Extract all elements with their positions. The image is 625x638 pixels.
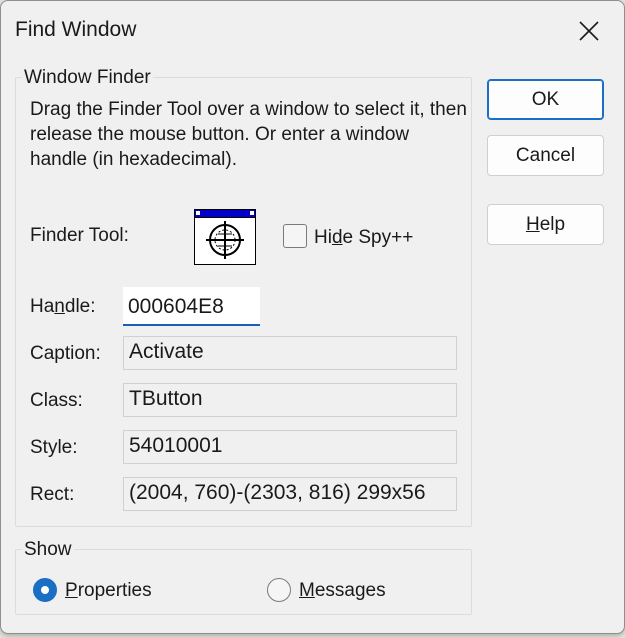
- style-label: Style:: [30, 437, 78, 458]
- finder-tool-label: Finder Tool:: [30, 225, 129, 246]
- hide-spy-label[interactable]: Hide Spy++: [314, 227, 413, 249]
- help-accesskey: H: [525, 213, 540, 235]
- properties-label-rest: roperties: [77, 580, 152, 601]
- handle-label-part: Ha: [30, 296, 55, 317]
- crosshair-finder-icon: [194, 209, 256, 265]
- find-window-dialog: Find Window Window Finder Drag the Finde…: [0, 0, 625, 634]
- class-field: TButton: [123, 383, 457, 417]
- dialog-title: Find Window: [15, 18, 137, 41]
- rect-field: (2004, 760)-(2303, 816) 299x56: [123, 477, 457, 511]
- messages-label-rest: essages: [314, 580, 386, 601]
- messages-label[interactable]: Messages: [299, 580, 386, 602]
- properties-accesskey: P: [65, 580, 78, 601]
- rect-label: Rect:: [30, 484, 75, 505]
- style-field: 54010001: [123, 430, 457, 464]
- handle-accesskey: n: [54, 296, 65, 317]
- ok-button[interactable]: OK: [487, 79, 604, 120]
- finder-tool[interactable]: [194, 209, 256, 265]
- window-finder-group-label: Window Finder: [22, 67, 153, 89]
- close-button[interactable]: [554, 1, 624, 61]
- caption-field: Activate: [123, 336, 457, 370]
- handle-input[interactable]: [123, 287, 260, 326]
- messages-accesskey: M: [299, 580, 315, 601]
- caption-label: Caption:: [30, 343, 101, 364]
- handle-label: Handle:: [30, 296, 96, 318]
- finder-description: Drag the Finder Tool over a window to se…: [30, 99, 467, 170]
- hide-spy-checkbox[interactable]: [283, 224, 307, 248]
- hide-spy-accesskey: d: [331, 227, 343, 248]
- title-bar: Find Window: [1, 1, 624, 61]
- messages-radio[interactable]: [267, 578, 291, 602]
- properties-radio[interactable]: [33, 578, 57, 602]
- class-label: Class:: [30, 390, 83, 411]
- show-group-label: Show: [22, 539, 74, 561]
- handle-label-rest: dle:: [64, 296, 96, 317]
- hide-spy-label-rest: e Spy++: [342, 227, 414, 248]
- close-icon: [579, 21, 599, 41]
- help-label-rest: elp: [539, 213, 566, 235]
- help-button[interactable]: Help: [487, 204, 604, 245]
- hide-spy-label-part: Hi: [314, 227, 332, 248]
- cancel-button[interactable]: Cancel: [487, 135, 604, 176]
- properties-label[interactable]: Properties: [65, 580, 152, 602]
